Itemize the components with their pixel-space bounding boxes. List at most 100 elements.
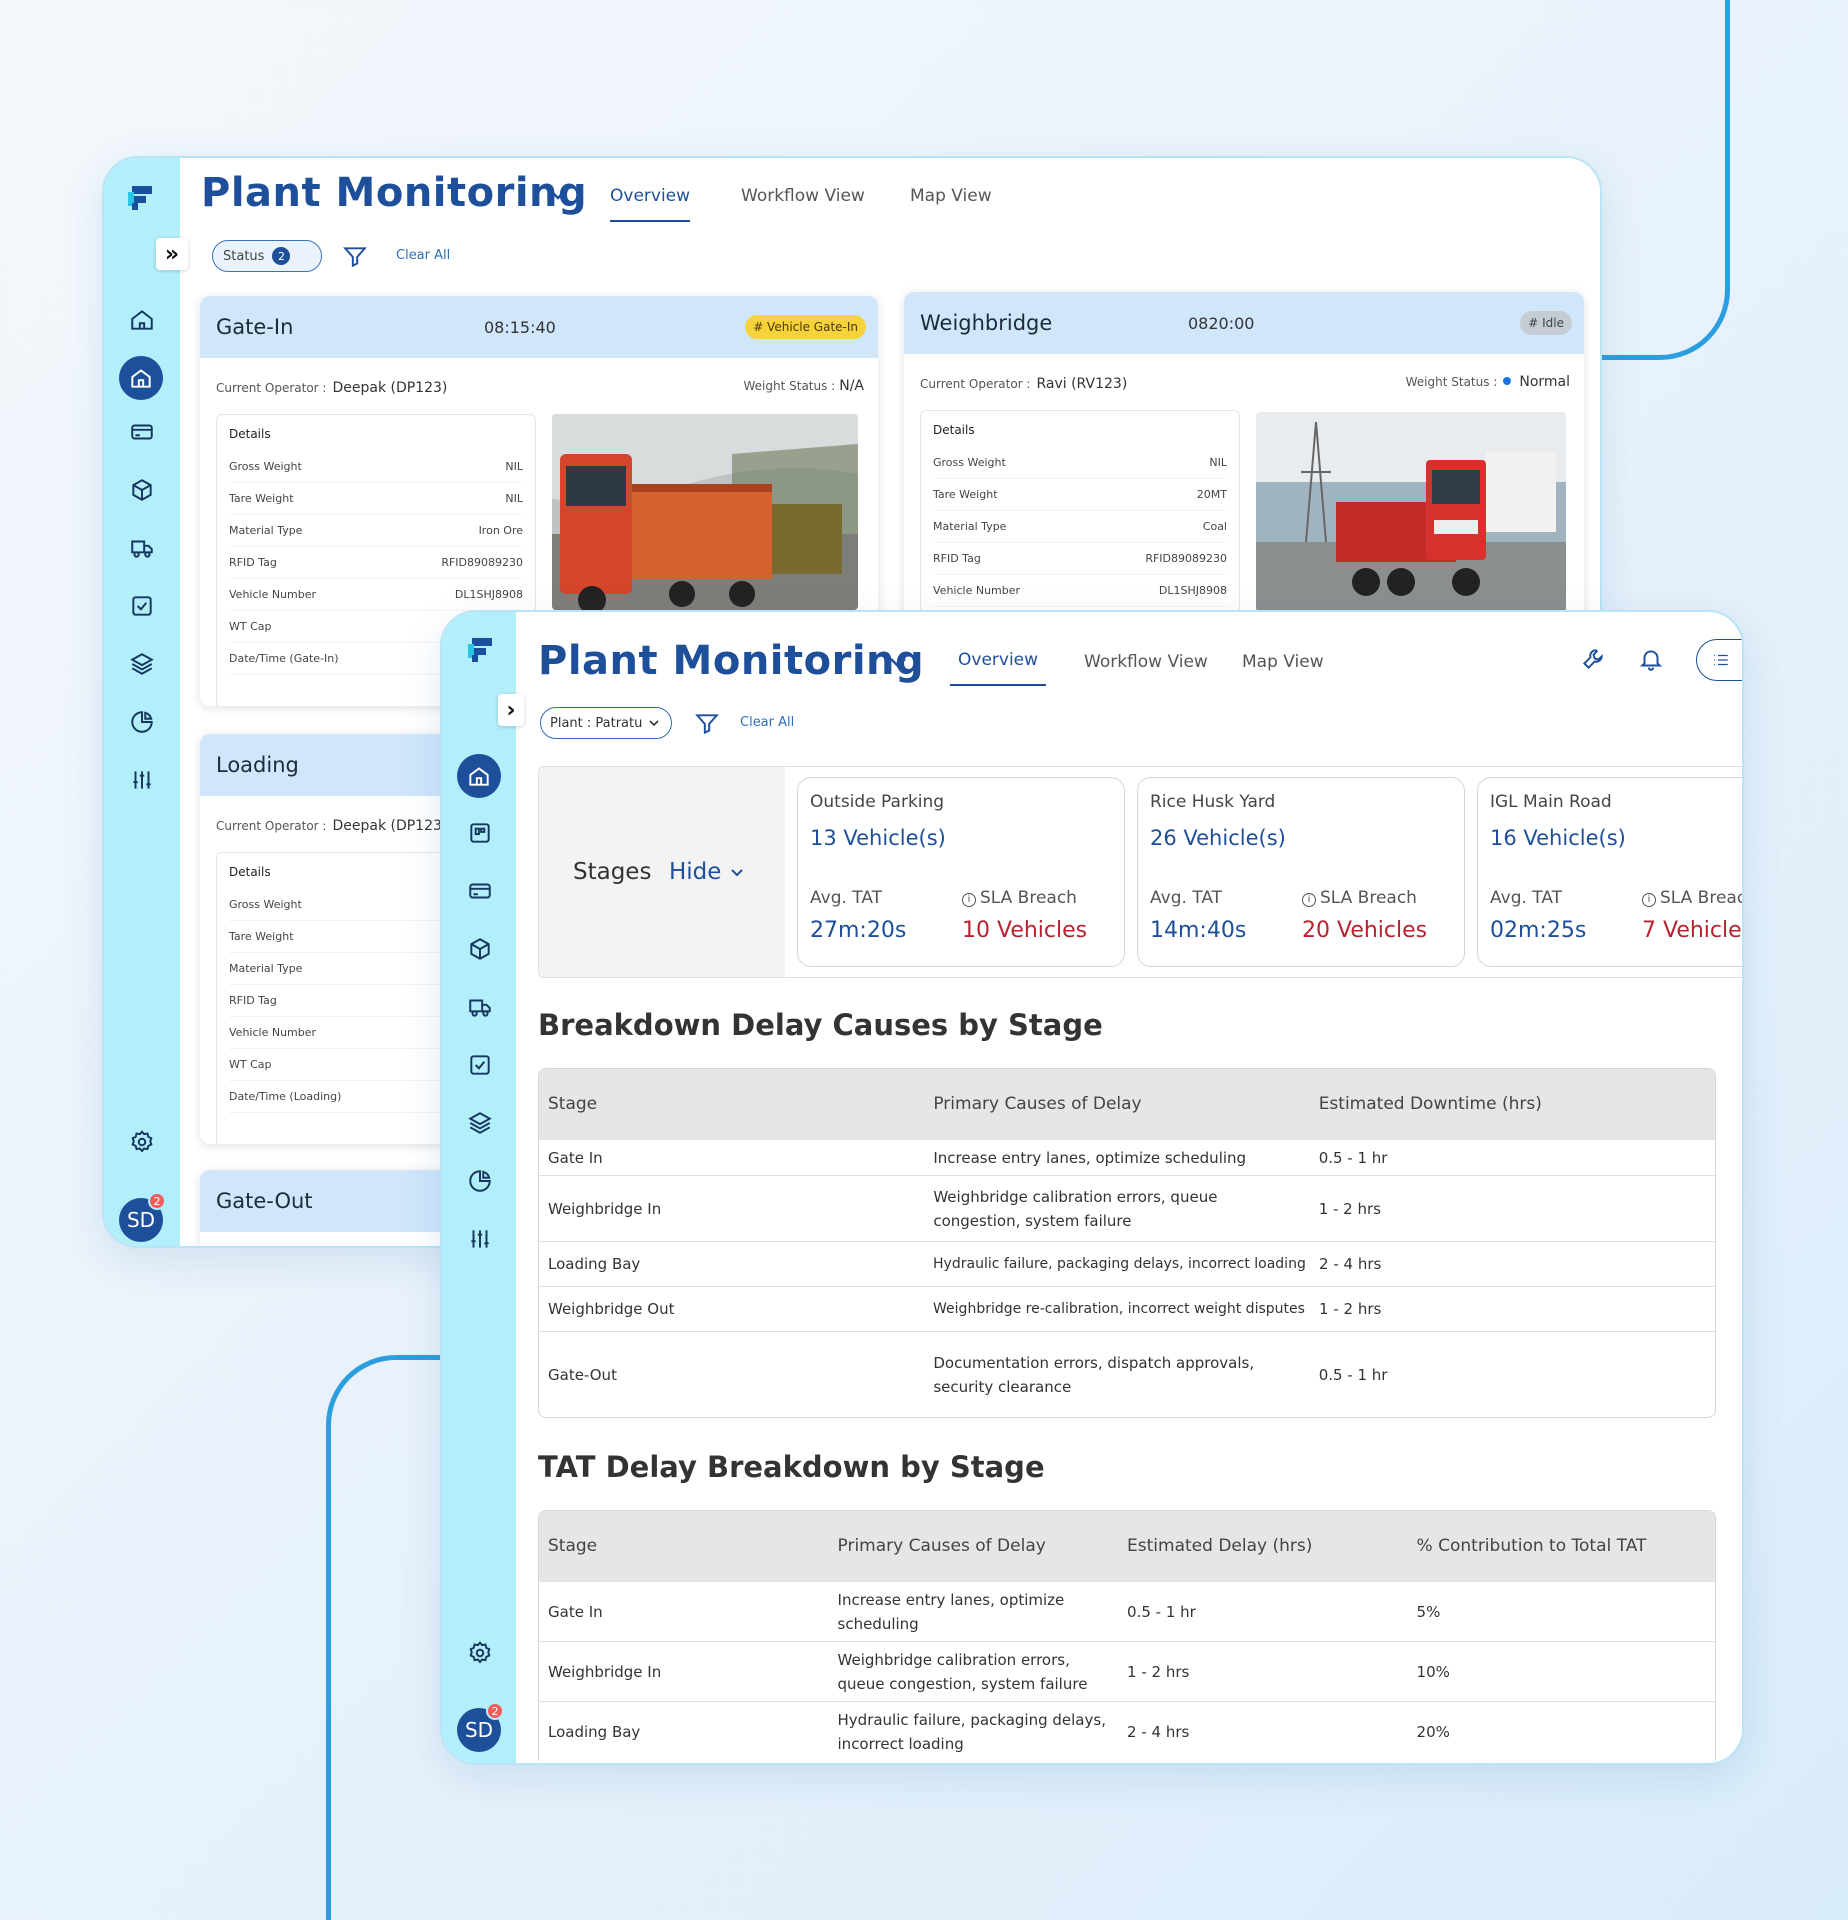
avg-tat-label: Avg. TAT: [810, 888, 883, 908]
column-header: Primary Causes of Delay: [933, 1093, 1142, 1114]
bell-icon[interactable]: [1638, 646, 1664, 672]
info-icon: i: [962, 892, 976, 907]
home-icon[interactable]: [457, 754, 501, 798]
user-avatar[interactable]: SD 2: [457, 1702, 504, 1752]
avg-tat-label: Avg. TAT: [1490, 888, 1563, 908]
stage-name: IGL Main Road: [1490, 792, 1612, 812]
status-badge: # Vehicle Gate-In: [745, 315, 866, 339]
page-title: Plant Monitoring: [201, 170, 588, 216]
current-operator: Current Operator : Deepak (DP123: [216, 818, 442, 834]
pie-chart-icon[interactable]: [460, 1161, 500, 1201]
tab-map-view[interactable]: Map View: [910, 186, 992, 220]
column-header: Stage: [548, 1093, 598, 1114]
user-avatar[interactable]: SD 2: [119, 1192, 166, 1242]
column-header: Stage: [548, 1535, 598, 1556]
clear-all-link[interactable]: Clear All: [740, 715, 794, 730]
card-time: 0820:00: [1188, 313, 1255, 333]
stage-cards-strip: Outside Parking 13 Vehicle(s) Avg. TAT i…: [785, 767, 1744, 977]
table-row: Weighbridge In Weighbridge calibration e…: [539, 1175, 1715, 1241]
weight-status-value: Normal: [1519, 374, 1570, 390]
status-chip-label: Status: [223, 248, 265, 264]
checklist-icon[interactable]: [122, 586, 162, 626]
avatar-initials: SD: [464, 1718, 494, 1742]
stages-panel: Stages Hide Outside Parking 13 Vehicle(s…: [538, 766, 1744, 978]
settings-gear-icon[interactable]: [460, 1633, 500, 1673]
plant-icon[interactable]: [119, 356, 163, 400]
box-icon[interactable]: [122, 470, 162, 510]
weight-status: Weight Status : N/A: [744, 378, 865, 394]
sla-breach-value: 10 Vehicles: [962, 918, 1088, 943]
table-header: Stage Primary Causes of Delay Estimated …: [539, 1511, 1715, 1581]
detail-row: Tare Weight 20MT: [933, 479, 1227, 511]
title-chevron-down-icon[interactable]: [548, 188, 568, 202]
box-icon[interactable]: [460, 929, 500, 969]
operator-name: Deepak (DP123): [332, 380, 448, 396]
details-title: Details: [933, 423, 975, 437]
sliders-icon[interactable]: [122, 760, 162, 800]
card-icon[interactable]: [122, 412, 162, 452]
view-toggle[interactable]: [1696, 639, 1742, 681]
detail-row: Gross Weight NIL: [933, 447, 1227, 479]
plant-select-value: Plant : Patratu: [550, 715, 643, 731]
expand-sidebar-button[interactable]: »: [156, 238, 188, 270]
status-filter-chip[interactable]: Status 2: [212, 240, 322, 272]
status-badge: # Idle: [1520, 311, 1572, 335]
chevron-down-icon: [731, 869, 743, 877]
status-dot-icon: [1503, 377, 1512, 385]
table-row: Weighbridge Out Weighbridge re-calibrati…: [539, 1286, 1715, 1331]
info-icon: i: [1642, 892, 1656, 907]
current-operator: Current Operator : Ravi (RV123): [920, 376, 1127, 392]
filter-icon[interactable]: [694, 711, 720, 737]
plant-select[interactable]: Plant : Patratu: [540, 707, 672, 739]
clear-all-link[interactable]: Clear All: [396, 248, 450, 263]
home-icon[interactable]: [122, 300, 162, 340]
filter-icon[interactable]: [342, 244, 368, 270]
column-header: Estimated Downtime (hrs): [1318, 1093, 1542, 1114]
table-row: Loading Bay Hydraulic failure, packaging…: [539, 1241, 1715, 1286]
page-title: Plant Monitoring: [538, 638, 925, 684]
tab-workflow-view[interactable]: Workflow View: [741, 186, 865, 220]
card-header: Weighbridge 0820:00 # Idle: [904, 292, 1584, 354]
wrench-icon[interactable]: [1580, 646, 1606, 672]
operator-name: Ravi (RV123): [1036, 376, 1128, 392]
sidebar: SD 2: [104, 158, 180, 1246]
truck-icon[interactable]: [460, 987, 500, 1027]
stages-hide-toggle[interactable]: Hide: [669, 859, 745, 885]
card-icon[interactable]: [460, 871, 500, 911]
stage-card[interactable]: Outside Parking 13 Vehicle(s) Avg. TAT i…: [797, 777, 1125, 967]
card-title: Loading: [216, 753, 299, 777]
title-chevron-down-icon[interactable]: [888, 656, 908, 670]
avg-tat-value: 14m:40s: [1150, 918, 1247, 943]
settings-gear-icon[interactable]: [122, 1122, 162, 1162]
front-window: SD 2 › Plant Monitoring Overview Workflow…: [440, 610, 1744, 1765]
stage-card[interactable]: Rice Husk Yard 26 Vehicle(s) Avg. TAT iS…: [1137, 777, 1465, 967]
tab-overview[interactable]: Overview: [950, 650, 1047, 686]
notification-count-badge: 2: [148, 1192, 166, 1210]
tab-map-view[interactable]: Map View: [1242, 652, 1324, 686]
expand-sidebar-button[interactable]: ›: [498, 694, 524, 726]
table-row: Weighbridge In Weighbridge calibration e…: [539, 1641, 1715, 1701]
current-operator: Current Operator : Deepak (DP123): [216, 380, 447, 396]
sla-breach-label: i SLA Breach: [1302, 888, 1417, 908]
sliders-icon[interactable]: [460, 1219, 500, 1259]
detail-row: Gross Weight NIL: [229, 451, 523, 483]
checklist-icon[interactable]: [460, 1045, 500, 1085]
dashboard-icon[interactable]: [460, 813, 500, 853]
tab-workflow-view[interactable]: Workflow View: [1084, 652, 1208, 686]
table-row: Gate-Out Documentation errors, dispatch …: [539, 1331, 1715, 1417]
pie-chart-icon[interactable]: [122, 702, 162, 742]
card-time: 08:15:40: [484, 317, 556, 337]
stage-vehicle-count: 13 Vehicle(s): [810, 826, 946, 850]
detail-row: RFID Tag RFID89089230: [229, 547, 523, 579]
chevron-down-icon: [649, 720, 659, 727]
operator-label: Current Operator :: [920, 377, 1031, 391]
tat-section-title: TAT Delay Breakdown by Stage: [538, 1450, 1045, 1484]
detail-row: Material Type Iron Ore: [229, 515, 523, 547]
layers-icon[interactable]: [460, 1103, 500, 1143]
stage-card[interactable]: IGL Main Road 16 Vehicle(s) Avg. TAT i SL…: [1477, 777, 1744, 967]
truck-icon[interactable]: [122, 528, 162, 568]
tab-overview[interactable]: Overview: [610, 186, 691, 222]
layers-icon[interactable]: [122, 644, 162, 684]
sla-breach-value: 7 Vehicles: [1642, 918, 1744, 943]
list-view-icon[interactable]: [1697, 640, 1742, 680]
